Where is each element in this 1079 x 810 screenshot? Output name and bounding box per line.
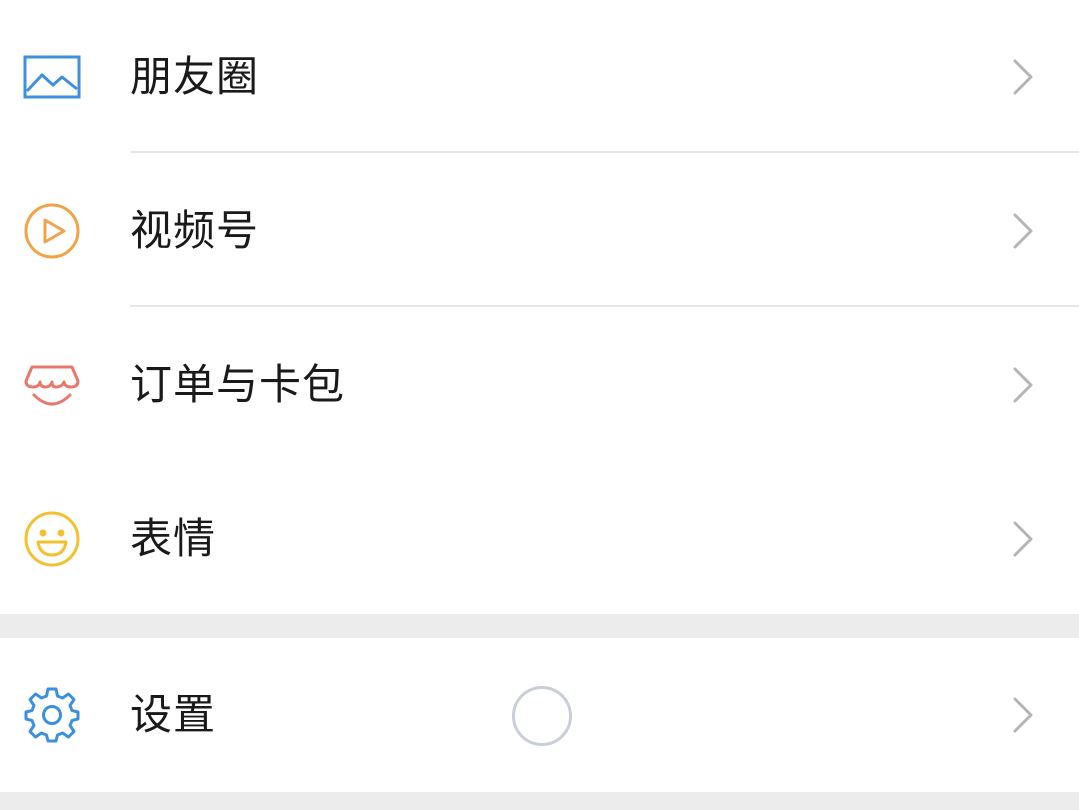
menu-item-label: 订单与卡包 <box>130 360 346 409</box>
menu-item-label: 视频号 <box>130 206 260 255</box>
divider <box>130 151 1079 153</box>
touch-indicator <box>512 686 572 746</box>
me-page-menu: 朋友圈 视频号 订单与卡包 表情 设置 <box>0 0 1079 810</box>
chevron-right-icon <box>1011 517 1035 561</box>
channels-icon <box>20 199 84 263</box>
chevron-right-icon <box>1011 55 1035 99</box>
menu-item-label: 表情 <box>130 514 217 563</box>
menu-item-label: 设置 <box>130 690 217 739</box>
gear-icon <box>20 683 84 747</box>
menu-item-stickers[interactable]: 表情 <box>0 462 1079 616</box>
moments-icon <box>20 45 84 109</box>
chevron-right-icon <box>1011 693 1035 737</box>
menu-item-orders-cards[interactable]: 订单与卡包 <box>0 308 1079 462</box>
menu-item-label: 朋友圈 <box>130 52 260 101</box>
chevron-right-icon <box>1011 363 1035 407</box>
chevron-right-icon <box>1011 209 1035 253</box>
sticker-icon <box>20 507 84 571</box>
divider <box>130 305 1079 307</box>
menu-item-moments[interactable]: 朋友圈 <box>0 0 1079 154</box>
menu-group-main: 朋友圈 视频号 订单与卡包 表情 <box>0 0 1079 614</box>
menu-item-channels[interactable]: 视频号 <box>0 154 1079 308</box>
orders-cards-icon <box>20 353 84 417</box>
